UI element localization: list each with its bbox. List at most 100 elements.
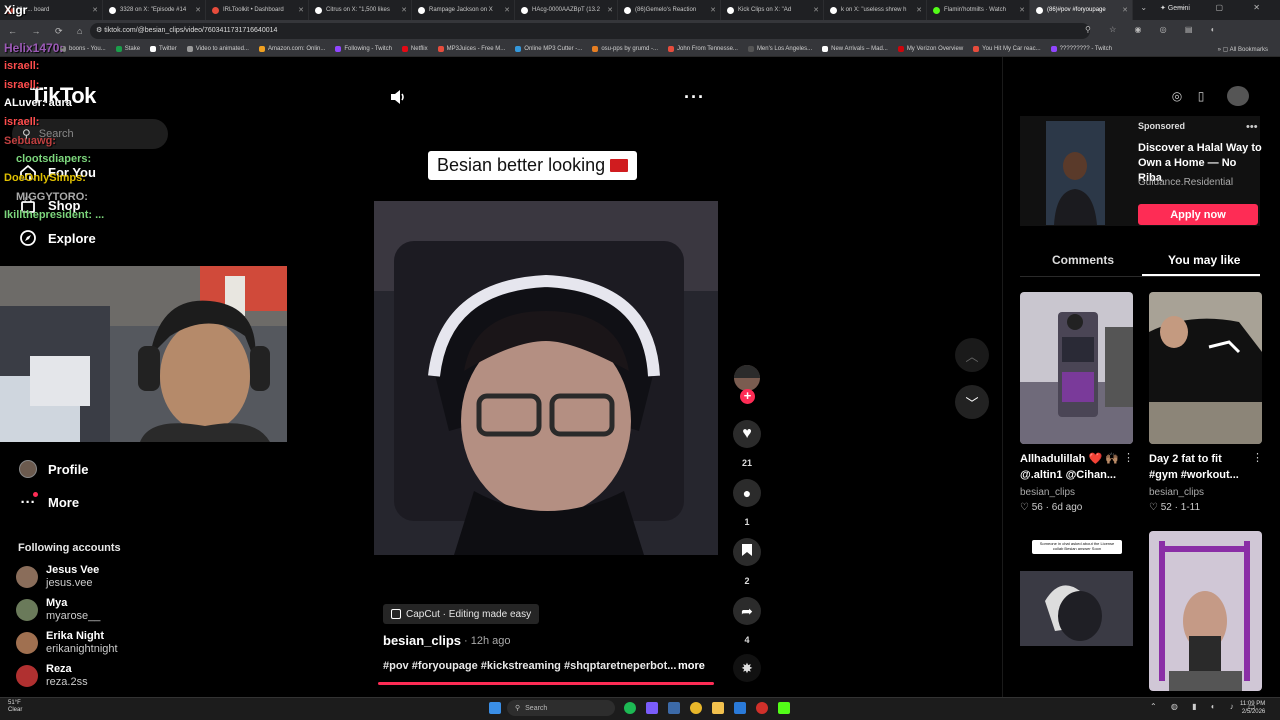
like-button[interactable]: ♥ <box>733 420 761 448</box>
music-disc[interactable]: ✸ <box>733 654 761 682</box>
bookmark-item[interactable]: Following - Twitch <box>335 46 392 52</box>
bookmark-label: New Arrivals – Mad... <box>831 46 888 52</box>
comment-button[interactable]: ● <box>733 479 761 507</box>
ad-thumbnail[interactable] <box>1046 121 1105 225</box>
bookmark-item[interactable]: Online MP3 Cutter -... <box>515 46 582 52</box>
nav-profile[interactable]: Profile <box>18 459 88 479</box>
bookmark-item[interactable]: Twitter <box>150 46 177 52</box>
windows-start-icon[interactable] <box>489 702 501 714</box>
volume-icon[interactable] <box>388 87 408 107</box>
taskbar-search[interactable]: ⚲ Search <box>507 700 615 716</box>
more-caption-button[interactable]: more <box>678 660 705 672</box>
bookmark-item[interactable]: osu-pps by grumd -... <box>592 46 658 52</box>
video-thumbnail[interactable]: Someone in chat asked about the License … <box>1020 531 1133 691</box>
close-tab-icon[interactable]: ✕ <box>1019 6 1025 14</box>
close-tab-icon[interactable]: ✕ <box>401 6 407 14</box>
browser-tab[interactable]: Rampage Jackson on X ✕ <box>412 0 515 20</box>
video-thumbnail[interactable] <box>1020 292 1133 444</box>
capcut-badge[interactable]: CapCut · Editing made easy <box>383 604 540 624</box>
url-field[interactable]: ⚙ tiktok.com/@besian_clips/video/7603411… <box>90 23 1090 39</box>
bookmark-item[interactable]: My Verizon Overview <box>897 46 963 52</box>
weather-widget[interactable]: 51°F Clear <box>8 700 22 714</box>
file-explorer-icon[interactable] <box>712 702 724 714</box>
bookmark-item[interactable]: Netflix <box>401 46 428 52</box>
tab-comments[interactable]: Comments <box>1052 253 1114 267</box>
device-icon[interactable]: ▯ <box>1190 86 1212 106</box>
browser-tab[interactable]: k on X: "useless shrew h ✕ <box>824 0 927 20</box>
apply-now-button[interactable]: Apply now <box>1138 204 1258 225</box>
video-user[interactable]: besian_clips <box>1149 487 1204 498</box>
browser-tab[interactable]: (86)Gemelo's Reaction ✕ <box>618 0 721 20</box>
window-controls[interactable]: ⌄ — ▢ ✕ <box>1140 3 1274 12</box>
browser-tab[interactable]: Kick Clips on X: "Ad ✕ <box>721 0 824 20</box>
discover-icon[interactable]: ◎ <box>1166 86 1188 106</box>
tab-label: Rampage Jackson on X <box>429 7 493 13</box>
user-avatar[interactable] <box>1227 86 1249 106</box>
browser-tab-active[interactable]: (86)#pov #foryoupage ✕ <box>1030 0 1133 20</box>
discord-icon[interactable] <box>646 702 658 714</box>
video-progress-bar[interactable] <box>378 682 714 685</box>
nav-buttons[interactable]: ← → ⟳ ⌂ <box>8 26 88 37</box>
avatar <box>16 599 38 621</box>
chrome-icon[interactable] <box>690 702 702 714</box>
video-title[interactable]: Allhadulillah ❤️ 🙌🏽 @.altin1 @Cihan... <box>1020 451 1124 483</box>
all-bookmarks-button[interactable]: » ▢ All Bookmarks <box>1218 46 1268 53</box>
weather-desc: Clear <box>8 707 23 713</box>
tab-you-may-like[interactable]: You may like <box>1168 253 1240 267</box>
obs-icon[interactable] <box>756 702 768 714</box>
browser-tab[interactable]: HAcg-0000AAZBpT (13.2 ✕ <box>515 0 618 20</box>
close-tab-icon[interactable]: ✕ <box>1122 6 1128 14</box>
store-icon[interactable] <box>734 702 746 714</box>
video-player[interactable] <box>374 201 718 555</box>
bookmark-item[interactable]: boons - You... <box>60 46 106 52</box>
video-title[interactable]: Day 2 fat to fit #gym #workout... <box>1149 451 1253 483</box>
close-tab-icon[interactable]: ✕ <box>92 6 98 14</box>
video-thumbnail[interactable] <box>1149 531 1262 691</box>
video-options-icon[interactable]: ⋮ <box>1252 451 1263 464</box>
taskbar-clock[interactable]: 11:09 PM 2/5/2026 <box>1240 700 1265 716</box>
video-user[interactable]: besian_clips <box>1020 487 1075 498</box>
bookmark-item[interactable]: Video to animated... <box>186 46 249 52</box>
bookmark-item[interactable]: John From Tennesse... <box>668 46 738 52</box>
browser-tab[interactable]: Citrus on X: "1,500 likes ✕ <box>309 0 412 20</box>
share-button[interactable]: ➦ <box>733 597 761 625</box>
bookmark-item[interactable]: Stake <box>115 46 140 52</box>
previous-video-button[interactable]: ︿ <box>955 338 989 372</box>
following-account[interactable]: Jesus Vee jesus.vee <box>16 564 99 590</box>
toolbar-icons[interactable]: ⚲ ☆ ◉ ◎ ▤ ◐ <box>1085 25 1224 34</box>
following-account[interactable]: Reza reza.2ss <box>16 663 88 689</box>
close-tab-icon[interactable]: ✕ <box>195 6 201 14</box>
bookmark-item[interactable]: MP3Juices - Free M... <box>437 46 505 52</box>
app-icon[interactable] <box>668 702 680 714</box>
browser-tab[interactable]: Flamin'hotmilts · Watch ✕ <box>927 0 1030 20</box>
browser-tab[interactable]: IRLToolkit • Dashboard ✕ <box>206 0 309 20</box>
close-tab-icon[interactable]: ✕ <box>916 6 922 14</box>
close-tab-icon[interactable]: ✕ <box>607 6 613 14</box>
browser-tab[interactable]: 3328 on X: "Episode #14 ✕ <box>103 0 206 20</box>
spotify-icon[interactable] <box>624 702 636 714</box>
video-options-icon[interactable]: ⋮ <box>1123 451 1134 464</box>
video-hashtags[interactable]: #pov #foryoupage #kickstreaming #shqptar… <box>383 660 676 672</box>
site-info-icon[interactable]: ⚙ <box>96 27 104 34</box>
bookmark-item[interactable]: New Arrivals – Mad... <box>822 46 888 52</box>
bookmark-item[interactable]: Men's Los Angeles... <box>747 46 812 52</box>
next-video-button[interactable]: ﹀ <box>955 385 989 419</box>
close-tab-icon[interactable]: ✕ <box>298 6 304 14</box>
nav-explore[interactable]: Explore <box>18 228 96 248</box>
bookmark-item[interactable]: Amazon.com: Onlin... <box>258 46 325 52</box>
ad-options-icon[interactable]: ••• <box>1246 121 1258 133</box>
more-options-icon[interactable]: ··· <box>684 87 705 108</box>
follow-plus-icon[interactable]: + <box>740 389 755 404</box>
close-tab-icon[interactable]: ✕ <box>710 6 716 14</box>
save-button[interactable] <box>733 538 761 566</box>
bookmark-item[interactable]: You Hit My Car reac... <box>973 46 1041 52</box>
video-thumbnail[interactable] <box>1149 292 1262 444</box>
following-account[interactable]: Erika Night erikanightnight <box>16 630 118 656</box>
nav-more[interactable]: ··· More <box>18 492 79 512</box>
close-tab-icon[interactable]: ✕ <box>813 6 819 14</box>
close-tab-icon[interactable]: ✕ <box>504 6 510 14</box>
following-account[interactable]: Mya myarose__ <box>16 597 100 623</box>
bookmark-item[interactable]: ????????? - Twitch <box>1050 46 1112 52</box>
video-author-link[interactable]: besian_clips <box>383 633 461 648</box>
kick-icon[interactable] <box>778 702 790 714</box>
